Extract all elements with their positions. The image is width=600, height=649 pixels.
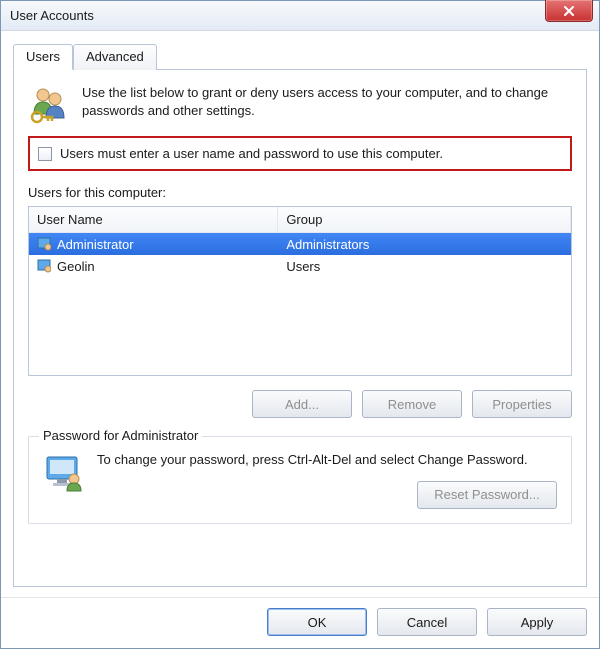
table-row[interactable]: Geolin Users <box>29 255 571 277</box>
password-groupbox: Password for Administrator To change you… <box>28 436 572 524</box>
reset-password-label: Reset Password... <box>434 487 540 502</box>
remove-button-label: Remove <box>388 397 436 412</box>
cell-username: Administrator <box>57 237 134 252</box>
cell-group: Users <box>286 259 320 274</box>
tabstrip: Users Advanced <box>13 43 587 69</box>
password-instruction-text: To change your password, press Ctrl-Alt-… <box>97 451 557 469</box>
close-icon <box>563 5 575 17</box>
apply-label: Apply <box>521 615 554 630</box>
listview-body: Administrator Administrators Geol <box>29 233 571 375</box>
properties-button[interactable]: Properties <box>472 390 572 418</box>
user-icon <box>37 237 51 251</box>
titlebar: User Accounts <box>1 1 599 31</box>
column-header-username[interactable]: User Name <box>29 207 278 232</box>
tab-users[interactable]: Users <box>13 44 73 70</box>
users-keys-icon <box>28 84 70 126</box>
user-accounts-window: User Accounts Users Advanced <box>0 0 600 649</box>
users-list-label: Users for this computer: <box>28 185 572 200</box>
users-listview[interactable]: User Name Group Administrator <box>28 206 572 376</box>
table-row[interactable]: Administrator Administrators <box>29 233 571 255</box>
add-button-label: Add... <box>285 397 319 412</box>
listview-header: User Name Group <box>29 207 571 233</box>
require-login-label: Users must enter a user name and passwor… <box>60 146 443 161</box>
close-button[interactable] <box>545 0 593 22</box>
require-login-checkbox[interactable] <box>38 147 52 161</box>
intro-row: Use the list below to grant or deny user… <box>28 84 572 126</box>
user-icon <box>37 259 51 273</box>
dialog-buttons: OK Cancel Apply <box>1 597 599 648</box>
reset-password-button[interactable]: Reset Password... <box>417 481 557 509</box>
intro-text: Use the list below to grant or deny user… <box>82 84 572 119</box>
cancel-label: Cancel <box>407 615 447 630</box>
monitor-user-icon <box>43 451 85 493</box>
tab-panel-users: Use the list below to grant or deny user… <box>13 69 587 587</box>
cell-group: Administrators <box>286 237 369 252</box>
apply-button[interactable]: Apply <box>487 608 587 636</box>
tab-advanced[interactable]: Advanced <box>73 44 157 70</box>
cancel-button[interactable]: Cancel <box>377 608 477 636</box>
list-buttons-row: Add... Remove Properties <box>28 390 572 418</box>
add-button[interactable]: Add... <box>252 390 352 418</box>
tab-users-label: Users <box>26 49 60 64</box>
password-groupbox-legend: Password for Administrator <box>39 428 202 443</box>
client-area: Users Advanced Use the list below to gra… <box>1 31 599 597</box>
remove-button[interactable]: Remove <box>362 390 462 418</box>
cell-username: Geolin <box>57 259 95 274</box>
tab-advanced-label: Advanced <box>86 49 144 64</box>
ok-button[interactable]: OK <box>267 608 367 636</box>
require-login-row: Users must enter a user name and passwor… <box>28 136 572 171</box>
column-header-group[interactable]: Group <box>278 207 571 232</box>
properties-button-label: Properties <box>492 397 551 412</box>
window-title: User Accounts <box>10 8 94 23</box>
ok-label: OK <box>308 615 327 630</box>
